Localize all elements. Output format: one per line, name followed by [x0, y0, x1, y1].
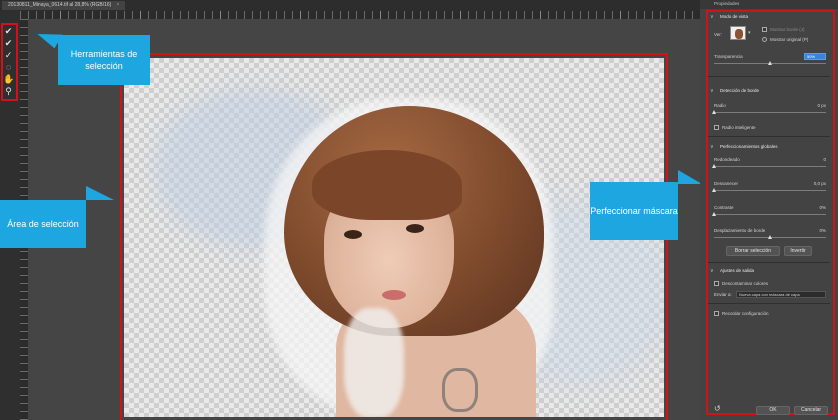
transparency-value[interactable]: 50%: [804, 53, 826, 60]
view-dropdown-icon[interactable]: ▾: [748, 30, 751, 36]
smart-radius-label: Radio inteligente: [722, 125, 756, 130]
show-original-checkbox[interactable]: [762, 37, 767, 42]
brush-icon[interactable]: ✓: [3, 50, 14, 61]
global-refinements-title: Perfeccionamientos globales: [720, 144, 778, 149]
feather-slider[interactable]: [712, 188, 826, 192]
smart-radius-checkbox[interactable]: [714, 125, 719, 130]
show-edge-checkbox[interactable]: [762, 27, 767, 32]
close-tab-icon[interactable]: ×: [116, 2, 119, 8]
refine-edge-brush-icon[interactable]: ✔: [3, 38, 14, 49]
shift-edge-label: Desplazamiento de borde: [714, 228, 766, 233]
shift-edge-slider[interactable]: [714, 235, 826, 239]
smooth-slider[interactable]: [712, 164, 826, 168]
reset-icon[interactable]: ↺: [714, 404, 721, 413]
contrast-slider-knob[interactable]: [712, 212, 716, 216]
horizontal-ruler: [20, 11, 700, 19]
radius-slider[interactable]: [712, 110, 826, 114]
invert-button[interactable]: Invertir: [784, 246, 812, 256]
clear-selection-button[interactable]: Borrar selección: [726, 246, 780, 256]
view-thumbnail[interactable]: [730, 26, 746, 40]
transparency-slider-knob[interactable]: [767, 61, 772, 65]
callout-selection-area: Área de selección: [0, 200, 86, 248]
hand-icon[interactable]: ✋: [3, 74, 14, 85]
feather-value[interactable]: 0,0 px: [796, 181, 826, 187]
show-original-label: Mostrar original (P): [770, 37, 809, 42]
output-to-label: Enviar a:: [714, 292, 732, 297]
shift-edge-value[interactable]: 0%: [800, 228, 826, 234]
chevron-down-icon[interactable]: ∨: [710, 88, 714, 94]
smooth-slider-knob[interactable]: [712, 164, 716, 168]
contrast-slider[interactable]: [712, 212, 826, 216]
output-settings-title: Ajustes de salida: [720, 268, 755, 273]
smooth-value[interactable]: 0: [800, 157, 826, 163]
lasso-icon[interactable]: ◌: [3, 62, 14, 73]
output-to-value: Nueva capa con máscara de capa: [739, 292, 800, 297]
callout-refine-mask: Perfeccionar máscara: [590, 182, 678, 240]
output-to-select[interactable]: Nueva capa con máscara de capa: [736, 291, 826, 298]
shift-edge-slider-knob[interactable]: [767, 235, 772, 239]
document-tab-title: 20130811_Minaya_0614.tif al 28,8% (RGB/1…: [8, 2, 112, 8]
radius-value[interactable]: 0 px: [800, 103, 826, 109]
contrast-value[interactable]: 0%: [800, 205, 826, 211]
feather-slider-knob[interactable]: [712, 188, 716, 192]
zoom-icon[interactable]: ⚲: [3, 86, 14, 97]
refine-edge-panel: Propiedades ∨ Modo de vista Ver: ▾ Mostr…: [700, 0, 838, 420]
remember-settings-checkbox[interactable]: [714, 311, 719, 316]
radius-slider-knob[interactable]: [712, 110, 716, 114]
document-image[interactable]: [124, 58, 664, 417]
ok-button[interactable]: OK: [756, 406, 790, 415]
transparency-label: Transparencia: [714, 54, 743, 59]
show-edge-label: Mostrar borde (J): [770, 27, 805, 32]
view-label: Ver:: [714, 32, 723, 37]
quick-selection-icon[interactable]: ✔: [3, 26, 14, 37]
callout-mask-pointer: [678, 170, 702, 184]
cancel-button[interactable]: Cancelar: [794, 406, 828, 415]
transparency-slider[interactable]: [714, 61, 826, 65]
chevron-down-icon[interactable]: ∨: [710, 144, 714, 150]
view-mode-title: Modo de vista: [720, 14, 749, 19]
decontaminate-checkbox[interactable]: [714, 281, 719, 286]
remember-settings-label: Recordar configuración: [722, 311, 769, 316]
chevron-down-icon[interactable]: ∨: [710, 268, 714, 274]
panel-highlight-frame: [706, 10, 835, 415]
callout-tools: Herramientas de selección: [58, 35, 150, 85]
edge-detection-title: Detección de borde: [720, 88, 760, 93]
chevron-down-icon[interactable]: ∨: [710, 14, 714, 20]
document-tab[interactable]: 20130811_Minaya_0614.tif al 28,8% (RGB/1…: [2, 1, 126, 10]
smooth-label: Redondeado: [714, 157, 740, 162]
contrast-label: Contraste: [714, 205, 734, 210]
radius-label: Radio: [714, 103, 726, 108]
feather-label: Desvanecer: [714, 181, 739, 186]
decontaminate-label: Descontaminar colores: [722, 281, 769, 286]
callout-area-pointer: [86, 186, 114, 200]
panel-header: Propiedades: [700, 0, 838, 9]
